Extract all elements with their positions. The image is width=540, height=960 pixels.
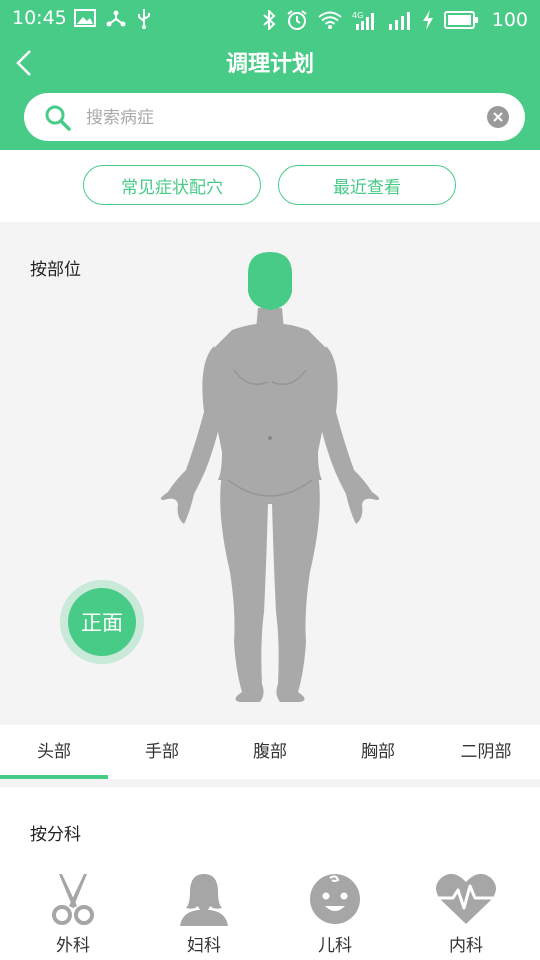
battery-level: 100 [491, 9, 528, 31]
department-section: 按分科 外科 妇科 儿科 内科 [0, 787, 540, 960]
share-icon [106, 10, 126, 27]
search-bar[interactable] [24, 93, 525, 141]
front-view-toggle[interactable]: 正面 [60, 580, 144, 664]
quick-actions: 常见症状配穴 最近查看 [0, 150, 540, 222]
tab-chest[interactable]: 胸部 [324, 725, 432, 779]
usb-icon [138, 9, 150, 29]
clear-icon[interactable] [487, 106, 509, 128]
tab-abdomen[interactable]: 腹部 [216, 725, 324, 779]
scissors-icon [52, 874, 94, 925]
department-pediatrics[interactable]: 儿科 [285, 871, 385, 956]
search-input[interactable] [84, 101, 468, 135]
body-part-legs [220, 474, 320, 702]
department-section-title: 按分科 [30, 825, 81, 845]
department-gynecology[interactable]: 妇科 [154, 871, 254, 956]
page-title: 调理计划 [225, 52, 314, 77]
body-map-section: 按部位 正面 [0, 222, 540, 725]
department-surgery[interactable]: 外科 [23, 871, 123, 956]
tab-hand[interactable]: 手部 [108, 725, 216, 779]
department-label: 儿科 [318, 936, 352, 956]
department-label: 妇科 [187, 936, 221, 956]
department-internal-medicine[interactable]: 内科 [416, 871, 516, 956]
battery-icon [443, 11, 478, 29]
common-symptoms-button[interactable]: 常见症状配穴 [83, 165, 261, 205]
charging-icon [422, 10, 433, 30]
woman-icon [180, 874, 228, 926]
body-part-right-arm [318, 346, 380, 524]
signal-4g-icon: 4G [352, 11, 374, 30]
body-part-neck [256, 308, 284, 330]
body-part-left-arm [160, 346, 222, 524]
svg-text:4G: 4G [352, 11, 363, 20]
image-icon [74, 9, 96, 27]
tab-head[interactable]: 头部 [0, 725, 108, 779]
body-part-head [248, 252, 292, 310]
front-view-label: 正面 [68, 588, 136, 656]
recent-view-button[interactable]: 最近查看 [278, 165, 456, 205]
body-part-tabs: 头部 手部 腹部 胸部 二阴部 [0, 725, 540, 779]
baby-face-icon [310, 874, 360, 924]
wifi-icon [318, 11, 342, 29]
heartbeat-icon [436, 873, 496, 924]
department-label: 外科 [56, 936, 90, 956]
tab-genital[interactable]: 二阴部 [432, 725, 540, 779]
body-part-torso [211, 323, 329, 480]
bluetooth-icon [263, 10, 276, 30]
department-label: 内科 [449, 936, 483, 956]
alarm-icon [287, 10, 307, 30]
signal-icon [388, 12, 410, 30]
status-bar: 10:45 4G 100 [0, 0, 540, 38]
human-body-figure[interactable] [150, 242, 390, 702]
search-icon [45, 105, 71, 131]
status-time: 10:45 [12, 7, 67, 29]
body-section-title: 按部位 [30, 260, 81, 280]
app-header: 调理计划 [0, 38, 540, 150]
